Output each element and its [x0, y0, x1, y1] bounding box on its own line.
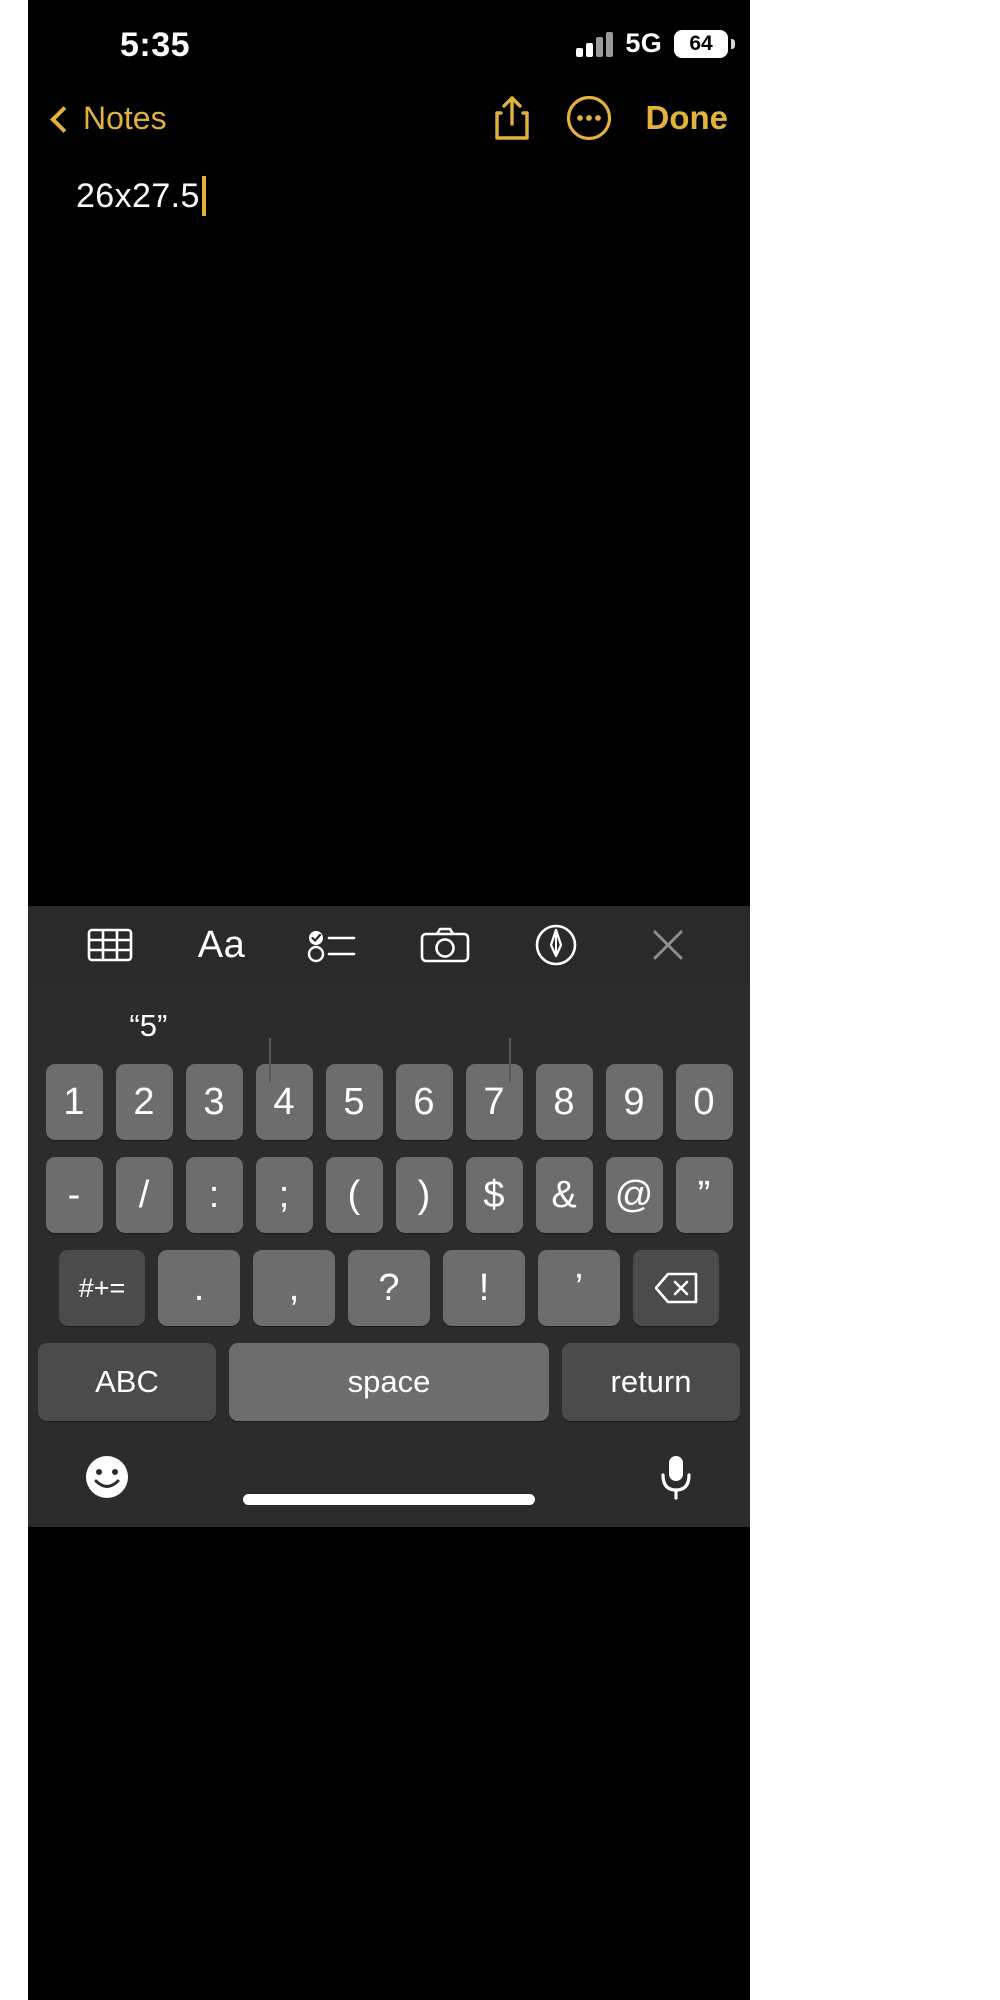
cellular-signal-icon	[576, 31, 614, 57]
key-9[interactable]: 9	[605, 1064, 663, 1140]
key-question[interactable]: ?	[348, 1250, 430, 1326]
microphone-icon[interactable]	[658, 1453, 694, 1506]
key-exclamation[interactable]: !	[443, 1250, 525, 1326]
back-to-notes-button[interactable]: Notes	[50, 100, 167, 137]
battery-percent-label: 64	[689, 31, 713, 55]
key-semicolon[interactable]: ;	[255, 1157, 313, 1233]
more-options-icon[interactable]	[566, 95, 612, 141]
key-1[interactable]: 1	[45, 1064, 103, 1140]
key-7[interactable]: 7	[465, 1064, 523, 1140]
backspace-icon[interactable]	[633, 1250, 719, 1326]
key-at[interactable]: @	[605, 1157, 663, 1233]
key-2[interactable]: 2	[115, 1064, 173, 1140]
keyboard-row-numbers: 1 2 3 4 5 6 7 8 9 0	[28, 1064, 750, 1140]
keyboard-row-bottom: ABC space return	[28, 1343, 750, 1421]
key-6[interactable]: 6	[395, 1064, 453, 1140]
key-5[interactable]: 5	[325, 1064, 383, 1140]
keyboard: “5” 1 2 3 4 5 6 7 8 9 0 - / : ; ( ) $ & …	[28, 984, 750, 1527]
text-format-icon[interactable]: Aa	[185, 915, 257, 975]
key-ampersand[interactable]: &	[535, 1157, 593, 1233]
status-indicators: 5G 64	[576, 28, 735, 59]
prediction-candidate-1[interactable]: “5”	[28, 1008, 269, 1044]
keyboard-footer	[28, 1431, 750, 1527]
key-0[interactable]: 0	[675, 1064, 733, 1140]
key-4[interactable]: 4	[255, 1064, 313, 1140]
table-icon[interactable]	[74, 915, 146, 975]
key-8[interactable]: 8	[535, 1064, 593, 1140]
phone-screen: 5:35 5G 64 Notes Done 26x27.5 Aa “5” 1 2…	[28, 0, 750, 2000]
key-paren-close[interactable]: )	[395, 1157, 453, 1233]
predictive-text-bar: “5”	[28, 988, 750, 1082]
key-symbol-switch[interactable]: #+=	[59, 1250, 145, 1326]
key-dollar[interactable]: $	[465, 1157, 523, 1233]
format-toolbar: Aa	[28, 906, 750, 984]
nav-actions: Done	[492, 94, 729, 142]
navigation-bar: Notes Done	[28, 92, 750, 164]
camera-icon[interactable]	[409, 915, 481, 975]
key-space[interactable]: space	[229, 1343, 549, 1421]
note-text: 26x27.5	[76, 176, 200, 215]
markup-pen-icon[interactable]	[520, 915, 592, 975]
key-paren-open[interactable]: (	[325, 1157, 383, 1233]
battery-icon: 64	[674, 29, 735, 58]
keyboard-row-punctuation: #+= . , ? ! ’	[28, 1250, 750, 1326]
status-time: 5:35	[120, 26, 191, 64]
key-quote[interactable]: ”	[675, 1157, 733, 1233]
key-hyphen[interactable]: -	[45, 1157, 103, 1233]
key-return[interactable]: return	[562, 1343, 740, 1421]
key-colon[interactable]: :	[185, 1157, 243, 1233]
text-cursor	[201, 176, 206, 216]
text-format-label: Aa	[197, 923, 246, 966]
note-editor[interactable]: 26x27.5	[28, 164, 750, 906]
done-button[interactable]: Done	[646, 99, 729, 137]
share-icon[interactable]	[492, 94, 532, 142]
close-icon[interactable]	[632, 915, 704, 975]
checklist-icon[interactable]	[297, 915, 369, 975]
key-apostrophe[interactable]: ’	[538, 1250, 620, 1326]
key-abc-switch[interactable]: ABC	[38, 1343, 216, 1421]
key-comma[interactable]: ,	[253, 1250, 335, 1326]
network-type-label: 5G	[625, 28, 662, 58]
home-indicator	[243, 1494, 535, 1505]
keyboard-row-symbols: - / : ; ( ) $ & @ ”	[28, 1157, 750, 1233]
status-bar: 5:35 5G 64	[28, 0, 750, 92]
key-period[interactable]: .	[158, 1250, 240, 1326]
key-slash[interactable]: /	[115, 1157, 173, 1233]
key-3[interactable]: 3	[185, 1064, 243, 1140]
note-text-line[interactable]: 26x27.5	[76, 176, 206, 216]
chevron-left-icon	[50, 106, 77, 133]
emoji-icon[interactable]	[84, 1454, 130, 1505]
back-button-label: Notes	[83, 100, 167, 136]
